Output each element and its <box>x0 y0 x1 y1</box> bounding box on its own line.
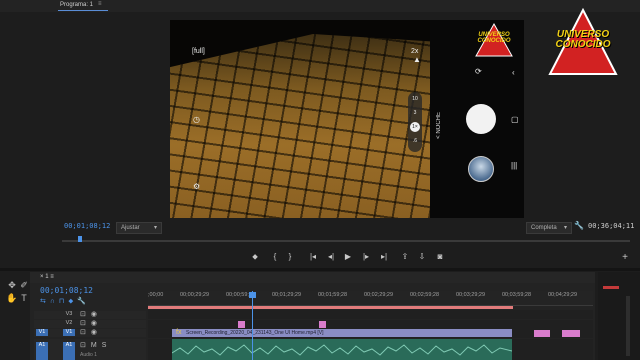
step-forward-button[interactable]: |▸ <box>359 252 373 261</box>
zoom-level: 3 <box>413 110 417 116</box>
ruler-label: 00;03;29;29 <box>456 292 486 298</box>
panel-menu-icon[interactable]: ≡ <box>98 1 102 7</box>
go-to-out-button[interactable]: ▸| <box>377 252 391 261</box>
step-back-button[interactable]: ◂| <box>324 252 338 261</box>
settings-icon: ⚙ <box>193 182 201 191</box>
clip-segment[interactable] <box>534 330 550 337</box>
active-tab-indicator <box>58 10 108 11</box>
clip-name: Screen_Recording_20220_04_231143_One UI … <box>186 330 324 336</box>
track-toggle-icons[interactable]: ⊡◉ <box>80 319 102 327</box>
zoom-indicator: 2x <box>411 48 419 55</box>
program-playhead[interactable] <box>78 236 82 242</box>
sequence-name: 1 <box>45 274 49 280</box>
track-toggle-icons[interactable]: ⊡◉ <box>80 310 102 318</box>
track-toggle-icons[interactable]: ⊡◉ <box>80 328 102 336</box>
ruler-label: 00;03;59;28 <box>502 292 532 298</box>
sequence-tab[interactable]: × 1 ≡ <box>40 274 54 280</box>
ruler-label: 00;04;29;29 <box>548 292 578 298</box>
menu-lines-icon: ||| <box>511 161 518 170</box>
flip-camera-icon: ⟳ <box>475 67 482 76</box>
program-current-timecode[interactable]: 00;01;08;12 <box>64 222 110 230</box>
track-name[interactable]: V2 <box>63 320 75 327</box>
track-target-v1[interactable]: V1 <box>63 329 75 336</box>
extract-button[interactable]: ⇩ <box>415 252 429 261</box>
square-icon: ▢ <box>511 115 519 124</box>
clip-marker[interactable] <box>238 321 245 328</box>
timeline-toggle-icons[interactable]: ⇆∩⊓⬥🔧 <box>40 297 90 306</box>
mark-in-button[interactable]: { <box>268 252 282 261</box>
program-duration-timecode: 00;36;04;11 <box>588 222 635 230</box>
ruler-label: 00;00;29;29 <box>180 292 210 298</box>
fit-dropdown-value: Ajustar <box>121 225 140 231</box>
ruler-label: 00;02;29;29 <box>364 292 394 298</box>
logo-text-small: UNIVERSO CONOCIDO <box>477 32 511 44</box>
chevron-left-icon: ‹ <box>512 68 515 77</box>
program-scrub-bar[interactable] <box>62 240 630 242</box>
timer-icon: ◷ <box>193 115 200 124</box>
track-toggle-icons[interactable]: ⊡MS <box>80 341 111 349</box>
track-row-v3 <box>148 310 593 319</box>
ruler-label: 00;01;59;28 <box>318 292 348 298</box>
program-monitor-tab[interactable]: Programa: 1 <box>60 2 93 8</box>
clip-segment[interactable] <box>562 330 580 337</box>
export-frame-button[interactable]: ◙ <box>433 252 447 261</box>
track-name[interactable]: V3 <box>63 311 75 318</box>
meter-bar <box>626 296 630 356</box>
track-row-v2 <box>148 320 593 329</box>
gallery-thumbnail <box>468 156 494 182</box>
format-badge: [full] <box>192 48 205 55</box>
pavement-image <box>170 34 430 218</box>
zoom-level: 10 <box>412 96 418 102</box>
zoom-level-selected: 1× <box>410 122 420 132</box>
add-marker-button[interactable]: ⬥ <box>248 252 262 262</box>
clip-marker[interactable] <box>319 321 326 328</box>
night-mode-label: < NOCHE <box>436 112 442 139</box>
audio-waveform <box>172 344 512 356</box>
fx-badge: fx <box>176 329 182 336</box>
zoom-level: .6 <box>412 138 418 144</box>
work-area-bar[interactable] <box>148 306 513 309</box>
go-to-in-button[interactable]: |◂ <box>306 252 320 261</box>
timeline-tab-bar <box>30 272 595 283</box>
timeline-current-timecode[interactable]: 00;01;08;12 <box>40 286 93 295</box>
ruler-label: 00;01;29;29 <box>272 292 302 298</box>
close-icon[interactable]: × <box>40 274 44 280</box>
track-target-a1[interactable]: A1 <box>63 342 75 360</box>
panel-divider <box>0 268 640 271</box>
meter-peak <box>603 286 619 289</box>
video-clip[interactable]: Screen_Recording_20220_04_231143_One UI … <box>172 329 512 337</box>
wrench-icon[interactable]: 🔧 <box>574 221 584 230</box>
cursor-icon: ▲ <box>413 55 421 64</box>
panel-menu-icon[interactable]: ≡ <box>50 274 54 280</box>
timeline-playhead-handle[interactable] <box>249 292 256 298</box>
lift-button[interactable]: ⇪ <box>398 252 412 261</box>
timeline-playhead[interactable] <box>252 291 253 360</box>
logo-text: UNIVERSO CONOCIDO <box>555 29 611 50</box>
chevron-down-icon: ▾ <box>563 225 567 231</box>
ruler-label: ;00;00 <box>148 292 164 298</box>
shutter-button-icon <box>466 104 496 134</box>
source-patch-a1[interactable]: A1 <box>36 342 48 360</box>
source-patch-v1[interactable]: V1 <box>36 329 48 336</box>
fit-dropdown[interactable]: Ajustar ▾ <box>116 222 162 234</box>
play-button[interactable]: ▶ <box>341 252 355 261</box>
add-button-icon[interactable]: + <box>618 252 632 263</box>
audio-track-label: Audio 1 <box>80 352 97 358</box>
ruler-label: 00;02;59;28 <box>410 292 440 298</box>
resolution-dropdown-value: Completa <box>531 225 557 231</box>
chevron-down-icon: ▾ <box>153 225 157 231</box>
mark-out-button[interactable]: } <box>283 252 297 261</box>
resolution-dropdown[interactable]: Completa ▾ <box>526 222 572 234</box>
